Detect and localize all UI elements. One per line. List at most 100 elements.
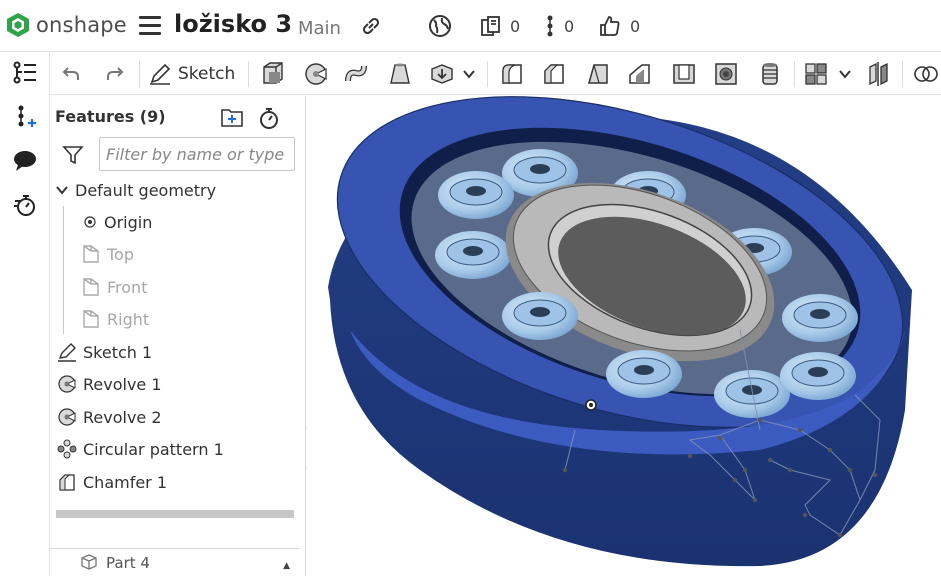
split-button[interactable] <box>866 60 894 88</box>
plane-icon <box>83 245 99 263</box>
origin-marker[interactable] <box>585 399 597 411</box>
pattern-button[interactable] <box>802 60 830 88</box>
thicken-button[interactable] <box>428 60 456 88</box>
revolve-icon <box>305 63 327 85</box>
default-geometry-label: Default geometry <box>75 180 217 200</box>
plane-icon <box>83 278 99 296</box>
sweep-icon <box>345 65 367 82</box>
plane-icon <box>83 310 99 328</box>
add-folder-button[interactable] <box>220 106 244 132</box>
versions-icon <box>481 16 500 36</box>
like-button[interactable]: 0 <box>598 14 640 38</box>
filter-icon[interactable] <box>62 144 84 170</box>
revolve-icon <box>58 375 76 393</box>
tree-item-right-plane[interactable]: Right <box>81 304 149 334</box>
undo-icon <box>62 67 79 80</box>
top-plane-label: Top <box>107 244 134 264</box>
chamfer-button[interactable] <box>540 60 568 88</box>
feature-label: Revolve 1 <box>83 374 162 394</box>
sketch-button[interactable]: Sketch <box>148 59 235 89</box>
ball[interactable] <box>606 350 682 398</box>
tree-item-circular-pattern-1[interactable]: Circular pattern 1 <box>57 434 224 464</box>
draft-button[interactable] <box>584 60 612 88</box>
comments-button[interactable] <box>10 146 40 176</box>
draft-icon <box>588 64 608 84</box>
versions-button[interactable]: 0 <box>480 14 520 38</box>
tree-item-chamfer-1[interactable]: Chamfer 1 <box>57 467 167 497</box>
hole-button[interactable] <box>712 60 740 88</box>
feature-list-button[interactable] <box>10 58 40 88</box>
loft-button[interactable] <box>386 60 414 88</box>
branches-button[interactable]: 0 <box>544 14 574 38</box>
filter-input[interactable] <box>99 137 295 171</box>
ball[interactable] <box>782 294 858 342</box>
tree-item-sketch-1[interactable]: Sketch 1 <box>57 337 152 367</box>
feature-label: Sketch 1 <box>83 342 153 362</box>
ball[interactable] <box>502 292 578 340</box>
more-patterns-dropdown[interactable] <box>836 60 854 88</box>
tree-guide-line <box>63 206 64 334</box>
top-bar: onshape ložisko 3 Main 0 0 0 <box>0 0 941 52</box>
chamfer-icon <box>544 64 564 84</box>
insert-button[interactable] <box>10 102 40 132</box>
onshape-logo[interactable]: onshape <box>6 12 127 38</box>
ball[interactable] <box>438 171 514 219</box>
extrude-button[interactable] <box>259 60 287 88</box>
menu-icon[interactable] <box>139 16 161 36</box>
history-icon <box>14 195 35 216</box>
link-icon <box>362 17 380 35</box>
left-rail <box>0 53 50 576</box>
rollback-bar[interactable] <box>56 510 294 518</box>
ball[interactable] <box>714 370 790 418</box>
boolean-button[interactable] <box>912 60 940 88</box>
tree-item-revolve-1[interactable]: Revolve 1 <box>57 369 162 399</box>
history-button[interactable] <box>10 190 40 220</box>
share-button[interactable] <box>428 14 452 38</box>
origin-label: Origin <box>104 212 153 232</box>
undo-button[interactable] <box>57 60 85 88</box>
feature-label: Revolve 2 <box>83 407 162 427</box>
ball[interactable] <box>435 231 511 279</box>
branch-icon <box>547 15 553 37</box>
feature-label: Circular pattern 1 <box>83 439 224 459</box>
loft-icon <box>390 63 410 84</box>
redo-button[interactable] <box>101 60 129 88</box>
circular-pattern-icon <box>57 439 77 459</box>
scroll-up-icon[interactable]: ▲ <box>283 561 290 571</box>
split-icon <box>869 62 888 86</box>
fillet-icon <box>502 64 522 84</box>
tree-item-front-plane[interactable]: Front <box>81 272 147 302</box>
rib-button[interactable] <box>626 60 654 88</box>
tree-item-revolve-2[interactable]: Revolve 2 <box>57 402 162 432</box>
rollback-button[interactable] <box>257 106 281 134</box>
right-plane-label: Right <box>107 309 150 329</box>
parts-list-row[interactable]: Part 4 ▲ <box>50 548 300 576</box>
chevron-down-icon <box>463 70 475 79</box>
comment-icon <box>14 151 36 171</box>
bearing-model[interactable] <box>307 96 941 576</box>
rib-icon <box>629 64 650 84</box>
chamfer-icon <box>59 474 75 491</box>
document-title[interactable]: ložisko 3 <box>174 10 292 38</box>
part-icon <box>81 554 97 570</box>
link-button[interactable] <box>360 14 382 38</box>
workspace-name[interactable]: Main <box>298 18 341 39</box>
branches-count: 0 <box>564 16 575 36</box>
revolve-button[interactable] <box>302 60 330 88</box>
origin-icon <box>84 216 96 228</box>
graphics-viewport[interactable] <box>307 96 941 576</box>
default-geometry-folder[interactable]: Default geometry <box>55 175 216 205</box>
sweep-button[interactable] <box>344 60 372 88</box>
chevron-down-icon <box>839 70 851 79</box>
ball[interactable] <box>780 352 856 400</box>
more-solids-dropdown[interactable] <box>460 60 478 88</box>
chevron-down-icon <box>56 186 68 195</box>
tree-item-origin[interactable]: Origin <box>82 207 152 237</box>
likes-count: 0 <box>630 16 641 36</box>
thread-button[interactable] <box>756 60 784 88</box>
fillet-button[interactable] <box>498 60 526 88</box>
feature-list-icon <box>13 61 36 84</box>
feature-label: Chamfer 1 <box>83 472 168 492</box>
tree-item-top-plane[interactable]: Top <box>81 239 134 269</box>
shell-button[interactable] <box>670 60 698 88</box>
